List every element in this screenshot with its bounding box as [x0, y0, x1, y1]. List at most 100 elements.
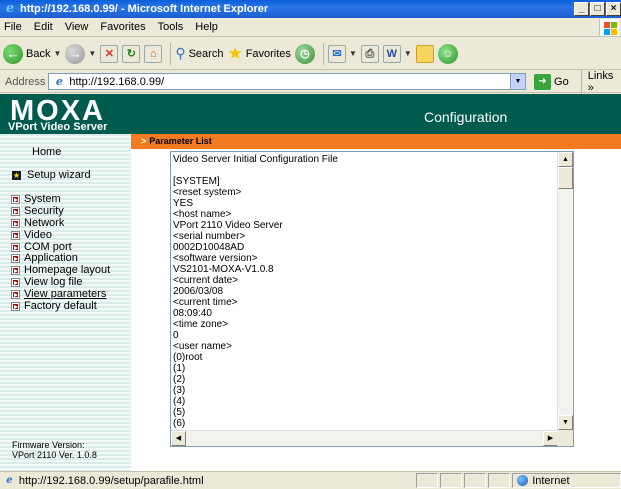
horizontal-scrollbar[interactable]: ◀ ▶	[171, 430, 558, 446]
sidebar-item-security[interactable]: Security	[11, 206, 110, 218]
parameter-line: (1)	[173, 363, 186, 374]
menu-favorites[interactable]: Favorites	[94, 21, 151, 33]
stop-button[interactable]: ✕	[100, 44, 119, 63]
menu-view[interactable]: View	[59, 21, 95, 33]
parameter-line: (3)	[173, 385, 186, 396]
breadcrumb: > Parameter List	[131, 134, 621, 149]
status-bar: e http://192.168.0.99/setup/parafile.htm…	[0, 471, 621, 489]
messenger-button[interactable]: ☺	[437, 43, 458, 64]
sidebar-item-label: View log file	[24, 275, 83, 288]
page-title: Configuration	[424, 109, 508, 125]
favorites-button[interactable]: ★ Favorites	[227, 43, 291, 63]
links-button[interactable]: Links »	[580, 69, 621, 94]
scroll-down-icon[interactable]: ▼	[558, 415, 573, 430]
print-button[interactable]: ⎙	[360, 44, 379, 63]
breadcrumb-marker: >	[141, 136, 147, 146]
word-icon: W	[382, 44, 401, 63]
go-label: Go	[554, 75, 569, 88]
chevron-down-icon[interactable]: ▼	[510, 74, 526, 89]
menu-file[interactable]: File	[0, 21, 28, 33]
parameter-line: <current time>	[173, 297, 238, 308]
home-button[interactable]: ⌂	[144, 44, 163, 63]
parameter-line: (4)	[173, 396, 186, 407]
sidebar-item-system[interactable]: System	[11, 194, 110, 206]
parameter-textarea[interactable]: Video Server Initial Configuration File […	[170, 151, 574, 447]
sidebar-item-video[interactable]: Video	[11, 228, 110, 241]
refresh-button[interactable]: ↻	[122, 44, 141, 63]
address-label: Address	[5, 75, 46, 88]
sidebar: Home ★ Setup wizard System Security Netw…	[0, 134, 131, 471]
maximize-button[interactable]: □	[590, 2, 605, 16]
sidebar-item-factory-default[interactable]: Factory default	[11, 300, 110, 312]
parameter-line: (5)	[173, 407, 186, 418]
sidebar-item-homepage-layout[interactable]: Homepage layout	[11, 264, 111, 277]
mail-icon: ✉	[327, 44, 346, 63]
history-icon: ◷	[294, 43, 315, 64]
back-button[interactable]: ← Back ▼	[3, 43, 62, 64]
status-panes	[414, 473, 511, 488]
parameter-line: <software version>	[173, 253, 258, 264]
arrow-bullet-icon	[11, 230, 20, 240]
chevron-down-icon: ▼	[403, 49, 412, 58]
sidebar-item-label: COM port	[24, 240, 72, 253]
menu-tools[interactable]: Tools	[152, 21, 190, 33]
edit-button[interactable]: W ▼	[382, 44, 412, 63]
sidebar-item-com-port[interactable]: COM port	[11, 240, 110, 253]
product-name: VPort Video Server	[8, 121, 108, 133]
sidebar-item-label: Homepage layout	[24, 264, 111, 277]
scroll-up-icon[interactable]: ▲	[558, 152, 573, 167]
arrow-bullet-icon	[11, 242, 20, 252]
globe-icon	[517, 475, 529, 486]
parameter-line: <serial number>	[173, 231, 246, 242]
scroll-thumb[interactable]	[558, 167, 573, 189]
toolbar-separator	[322, 42, 324, 65]
menu-bar: File Edit View Favorites Tools Help	[0, 18, 621, 37]
sidebar-item-label: Application	[24, 252, 78, 265]
menu-edit[interactable]: Edit	[28, 21, 59, 33]
chevron-down-icon: ▼	[53, 49, 62, 58]
sidebar-item-application[interactable]: Application	[11, 252, 110, 265]
folder-button[interactable]	[415, 44, 434, 63]
mail-button[interactable]: ✉ ▼	[327, 44, 357, 63]
status-pane	[464, 473, 487, 488]
breadcrumb-label: Parameter List	[149, 136, 212, 146]
arrow-bullet-icon	[11, 301, 20, 311]
sidebar-item-view-parameters[interactable]: View parameters	[11, 288, 110, 300]
go-button[interactable]: ➜ Go	[534, 73, 569, 90]
sidebar-item-label: Video	[24, 228, 52, 241]
parameter-text: Video Server Initial Configuration File […	[173, 154, 558, 432]
sidebar-item-setup-wizard[interactable]: ★ Setup wizard	[12, 169, 91, 181]
menu-help[interactable]: Help	[189, 21, 224, 33]
star-icon: ★	[227, 43, 243, 63]
history-button[interactable]: ◷	[294, 43, 315, 64]
firmware-label: Firmware Version:	[12, 440, 85, 450]
minimize-button[interactable]: _	[574, 2, 589, 16]
toolbar: ← Back ▼ → ▼ ✕ ↻ ⌂ ⚲ Search ★ Favorites …	[0, 38, 621, 70]
address-input[interactable]: e http://192.168.0.99/ ▼	[48, 73, 527, 90]
close-button[interactable]: ×	[606, 2, 621, 16]
sidebar-item-view-log-file[interactable]: View log file	[11, 275, 110, 289]
sidebar-item-network[interactable]: Network	[11, 216, 110, 230]
sidebar-item-label: Network	[24, 216, 65, 229]
status-pane	[440, 473, 463, 488]
vertical-scrollbar[interactable]: ▲ ▼	[557, 152, 573, 430]
scroll-right-icon[interactable]: ▶	[543, 431, 558, 446]
forward-button[interactable]: → ▼	[65, 43, 96, 64]
status-pane	[416, 473, 439, 488]
parameter-line: <reset system>	[173, 187, 242, 198]
scroll-left-icon[interactable]: ◀	[171, 431, 186, 446]
resize-corner	[557, 430, 573, 446]
parameter-line: <current date>	[173, 275, 239, 286]
search-button[interactable]: ⚲ Search	[175, 45, 223, 62]
sidebar-item-home[interactable]: Home	[32, 146, 61, 158]
sidebar-menu: System Security Network Video COM port A…	[11, 194, 111, 312]
parameter-line: 2006/03/08	[173, 286, 224, 297]
page-icon: e	[55, 74, 63, 88]
page-icon: e	[6, 475, 13, 486]
search-label: Search	[188, 47, 224, 60]
parameter-line: <host name>	[173, 209, 232, 220]
title-bar[interactable]: e http://192.168.0.99/ - Microsoft Inter…	[0, 0, 621, 18]
parameter-line: 08:09:40	[173, 308, 212, 319]
parameter-line: Video Server Initial Configuration File	[173, 154, 338, 165]
parameter-line: YES	[173, 198, 194, 209]
